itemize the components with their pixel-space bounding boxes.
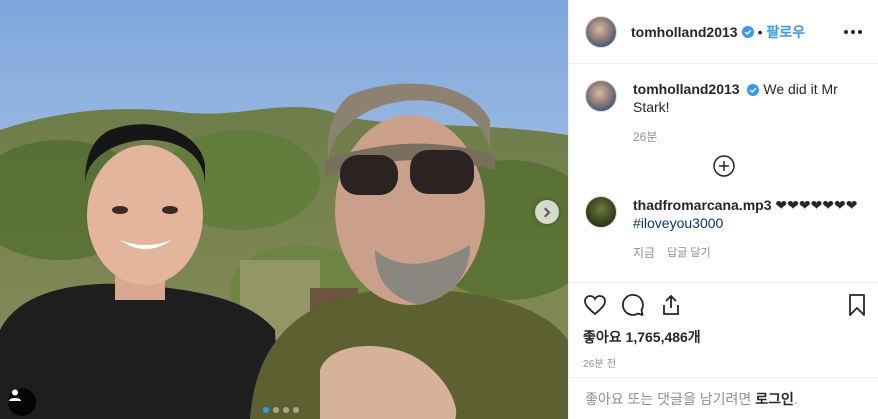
login-prompt: 좋아요 또는 댓글을 남기려면 로그인. xyxy=(569,377,878,419)
carousel-next-button[interactable] xyxy=(535,200,559,224)
avatar[interactable] xyxy=(585,196,617,228)
likes-count[interactable]: 좋아요 1,765,486개 xyxy=(583,327,869,347)
follow-button[interactable]: 팔로우 xyxy=(767,22,806,42)
comment-icon[interactable] xyxy=(621,293,645,317)
caption-author[interactable]: tomholland2013 xyxy=(633,81,740,97)
comment-meta: 지금 답글 달기 xyxy=(633,244,863,262)
login-period: . xyxy=(793,390,798,407)
comment-text: ❤❤❤❤❤❤❤ xyxy=(775,197,858,213)
post-photo xyxy=(0,0,568,419)
carousel-dot xyxy=(273,407,279,413)
avatar[interactable] xyxy=(585,15,617,48)
bookmark-icon[interactable] xyxy=(845,293,869,317)
selfie-image xyxy=(0,0,568,419)
separator-dot: • xyxy=(757,23,763,40)
comment-author[interactable]: thadfromarcana.mp3 xyxy=(633,197,771,213)
carousel-dot xyxy=(263,407,269,413)
heart-icon[interactable] xyxy=(583,293,607,317)
post-header: tomholland2013 • 팔로우 xyxy=(569,0,878,64)
comment-hashtag[interactable]: #iloveyou3000 xyxy=(633,215,723,231)
avatar[interactable] xyxy=(585,80,617,112)
comment-time: 지금 xyxy=(633,246,656,260)
user-tag-icon xyxy=(9,389,21,401)
post-timestamp: 26분 전 xyxy=(583,359,617,370)
comments-section: tomholland2013 We did it Mr Stark! 26분 t… xyxy=(569,64,878,282)
author-username[interactable]: tomholland2013 xyxy=(631,24,738,40)
carousel-dot xyxy=(283,407,289,413)
login-link[interactable]: 로그인 xyxy=(755,389,794,409)
action-icons xyxy=(583,287,869,323)
chevron-right-icon xyxy=(540,207,551,217)
user-tag-button[interactable] xyxy=(8,388,36,416)
more-options-icon[interactable] xyxy=(844,29,862,34)
caption-comment: tomholland2013 We did it Mr Stark! 26분 xyxy=(585,80,863,146)
reply-button[interactable]: 답글 달기 xyxy=(667,244,711,262)
load-more-comments xyxy=(585,154,863,178)
add-circle-icon[interactable] xyxy=(712,154,736,178)
carousel-indicator xyxy=(263,407,299,413)
caption-time: 26분 xyxy=(633,130,658,144)
post-side-panel: tomholland2013 • 팔로우 tomholland2013 We d… xyxy=(568,0,878,419)
post-actions: 좋아요 1,765,486개 26분 전 xyxy=(569,282,878,370)
carousel-dot xyxy=(293,407,299,413)
verified-badge-icon xyxy=(747,84,760,97)
caption-meta: 26분 xyxy=(633,128,863,146)
verified-badge-icon xyxy=(741,25,754,38)
login-prompt-text: 좋아요 또는 댓글을 남기려면 xyxy=(585,390,752,407)
share-icon[interactable] xyxy=(659,293,683,317)
comment-item: thadfromarcana.mp3 ❤❤❤❤❤❤❤ #iloveyou3000… xyxy=(585,196,863,262)
